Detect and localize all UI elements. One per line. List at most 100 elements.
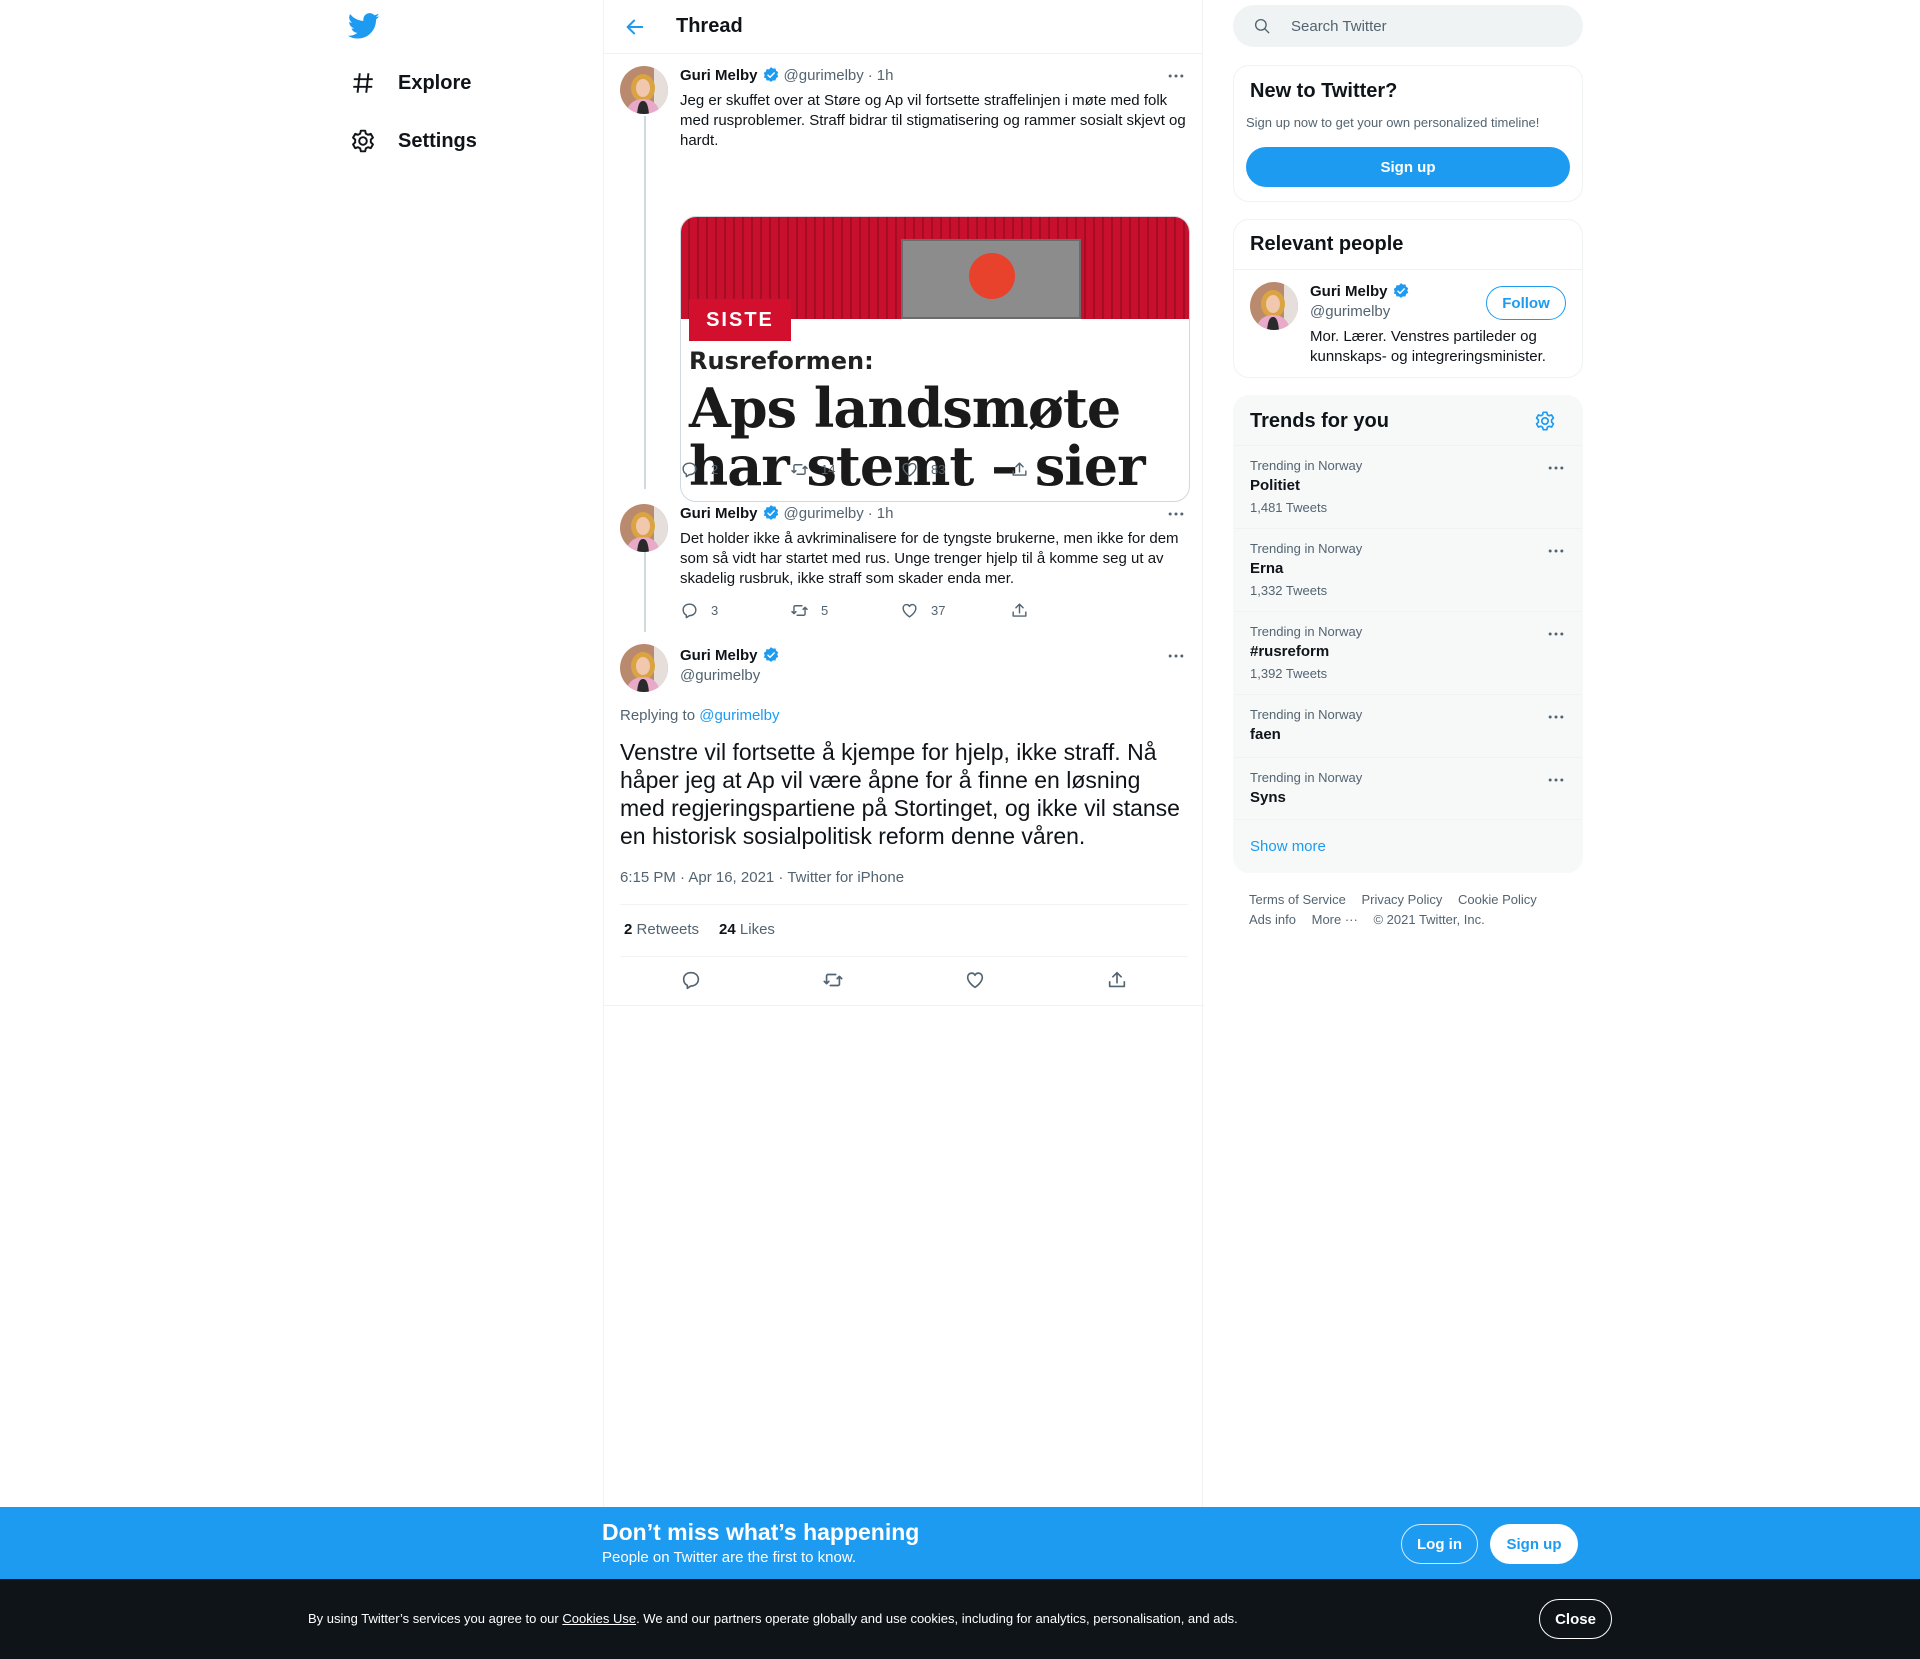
new-to-twitter-title: New to Twitter? (1250, 80, 1398, 102)
gear-icon (350, 128, 376, 154)
verified-badge-icon (762, 66, 780, 84)
avatar[interactable] (620, 504, 668, 552)
follow-button[interactable]: Follow (1486, 286, 1566, 320)
tweet-timestamp[interactable]: 6:15 PM · Apr 16, 2021 · Twitter for iPh… (620, 869, 904, 886)
tweet-time[interactable]: 1h (877, 67, 894, 84)
more-icon[interactable] (1166, 646, 1186, 666)
like-button[interactable]: 83 (900, 460, 1010, 479)
person-handle[interactable]: @gurimelby (1310, 303, 1390, 320)
thread-tweet-1[interactable]: Guri Melby @gurimelby · 1h Jeg er skuffe… (604, 54, 1204, 502)
tweet-actions: 2 14 83 (680, 460, 1120, 479)
gear-icon[interactable] (1534, 410, 1556, 432)
replying-to-prefix: Replying to (620, 707, 696, 724)
reply-button[interactable]: 3 (680, 601, 790, 620)
more-icon[interactable] (1166, 504, 1186, 524)
trend-item[interactable]: Trending in Norway faen (1234, 694, 1582, 757)
share-icon[interactable] (1106, 969, 1128, 991)
copyright: © 2021 Twitter, Inc. (1373, 912, 1485, 927)
heart-icon[interactable] (964, 969, 986, 991)
more-icon[interactable] (1166, 66, 1186, 86)
like-count: 37 (931, 603, 946, 618)
footer-link-ads[interactable]: Ads info (1249, 912, 1296, 927)
thread-column: Thread Guri Melby @gurimelby · 1h Jeg er… (603, 0, 1204, 1659)
thread-line (644, 552, 646, 632)
trend-item[interactable]: Trending in Norway Syns (1234, 757, 1582, 820)
retweet-icon (790, 460, 809, 479)
reply-count: 3 (711, 603, 719, 618)
hashtag-icon (350, 70, 376, 96)
replying-to-link[interactable]: @gurimelby (699, 707, 779, 724)
author-handle[interactable]: @gurimelby (784, 67, 864, 84)
footer-link-cookie[interactable]: Cookie Policy (1458, 892, 1537, 907)
cookies-use-link[interactable]: Cookies Use (562, 1611, 636, 1626)
nav-explore[interactable]: Explore (350, 63, 471, 103)
avatar[interactable] (1250, 282, 1298, 330)
relevant-people-card: Relevant people Guri Melby @gurimelby Mo… (1233, 219, 1583, 378)
twitter-bird-icon[interactable] (348, 10, 380, 42)
cookie-text-after: . We and our partners operate globally a… (636, 1611, 1238, 1626)
banner-title: Don’t miss what’s happening (602, 1519, 920, 1545)
author-handle[interactable]: @gurimelby (784, 505, 864, 522)
likes-stat-count: 24 (719, 921, 736, 938)
author-name[interactable]: Guri Melby (680, 505, 758, 522)
search-bar[interactable] (1233, 5, 1583, 47)
person-bio: Mor. Lærer. Venstres partileder og kunns… (1310, 328, 1546, 365)
more-icon[interactable] (1546, 624, 1566, 644)
footer-link-privacy[interactable]: Privacy Policy (1361, 892, 1442, 907)
trend-item[interactable]: Trending in Norway Politiet 1,481 Tweets (1234, 445, 1582, 528)
media-kicker: Rusreformen: (689, 347, 874, 375)
trend-name: Syns (1250, 789, 1286, 806)
person-name-row[interactable]: Guri Melby (1310, 282, 1410, 300)
trends-card: Trends for you Trending in Norway Politi… (1233, 395, 1583, 873)
footer-link-terms[interactable]: Terms of Service (1249, 892, 1346, 907)
likes-stat[interactable]: 24 Likes (719, 921, 775, 938)
retweet-button[interactable]: 5 (790, 601, 900, 620)
search-input[interactable] (1291, 17, 1571, 35)
close-button[interactable]: Close (1539, 1599, 1612, 1639)
trend-item[interactable]: Trending in Norway #rusreform 1,392 Twee… (1234, 611, 1582, 694)
share-button[interactable] (1010, 601, 1120, 620)
retweet-count: 5 (821, 603, 829, 618)
nav-settings-label: Settings (398, 129, 477, 152)
rose-logo-icon (969, 253, 1015, 299)
footer-link-more[interactable]: More ··· (1312, 912, 1358, 927)
like-button[interactable]: 37 (900, 601, 1010, 620)
share-button[interactable] (1010, 460, 1120, 479)
thread-tweet-2[interactable]: Guri Melby @gurimelby · 1h Det holder ik… (604, 492, 1204, 632)
retweet-button[interactable]: 14 (790, 460, 900, 479)
tweet-header: Guri Melby (680, 646, 780, 664)
show-more-link[interactable]: Show more (1250, 838, 1326, 855)
more-icon[interactable] (1546, 458, 1566, 478)
separator-dot: · (867, 66, 873, 84)
replying-to: Replying to @gurimelby (620, 707, 779, 724)
trend-item[interactable]: Trending in Norway Erna 1,332 Tweets (1234, 528, 1582, 611)
author-name[interactable]: Guri Melby (680, 647, 758, 664)
reply-icon (680, 460, 699, 479)
banner-sign-up-button[interactable]: Sign up (1490, 1524, 1578, 1564)
trend-name: Erna (1250, 560, 1284, 577)
avatar[interactable] (620, 66, 668, 114)
nav-settings[interactable]: Settings (350, 121, 477, 161)
thread-header: Thread (604, 0, 1202, 54)
more-icon[interactable] (1546, 707, 1566, 727)
likes-stat-label: Likes (739, 921, 775, 938)
divider (1234, 269, 1582, 270)
retweets-stat[interactable]: 2 Retweets (624, 921, 699, 938)
back-arrow-icon[interactable] (624, 16, 646, 38)
more-icon[interactable] (1546, 770, 1566, 790)
author-name[interactable]: Guri Melby (680, 67, 758, 84)
retweet-icon[interactable] (822, 969, 844, 991)
reply-icon[interactable] (680, 969, 702, 991)
avatar[interactable] (620, 644, 668, 692)
reply-button[interactable]: 2 (680, 460, 790, 479)
more-icon[interactable] (1546, 541, 1566, 561)
cookie-text: By using Twitter’s services you agree to… (308, 1611, 1238, 1626)
sign-up-button[interactable]: Sign up (1246, 147, 1570, 187)
log-in-button[interactable]: Log in (1401, 1524, 1478, 1564)
nav-explore-label: Explore (398, 71, 472, 94)
tweet-time[interactable]: 1h (877, 505, 894, 522)
banner-subtitle: People on Twitter are the first to know. (602, 1549, 857, 1566)
search-icon (1233, 17, 1271, 35)
author-handle[interactable]: @gurimelby (680, 667, 760, 684)
trend-count: 1,481 Tweets (1250, 500, 1328, 515)
